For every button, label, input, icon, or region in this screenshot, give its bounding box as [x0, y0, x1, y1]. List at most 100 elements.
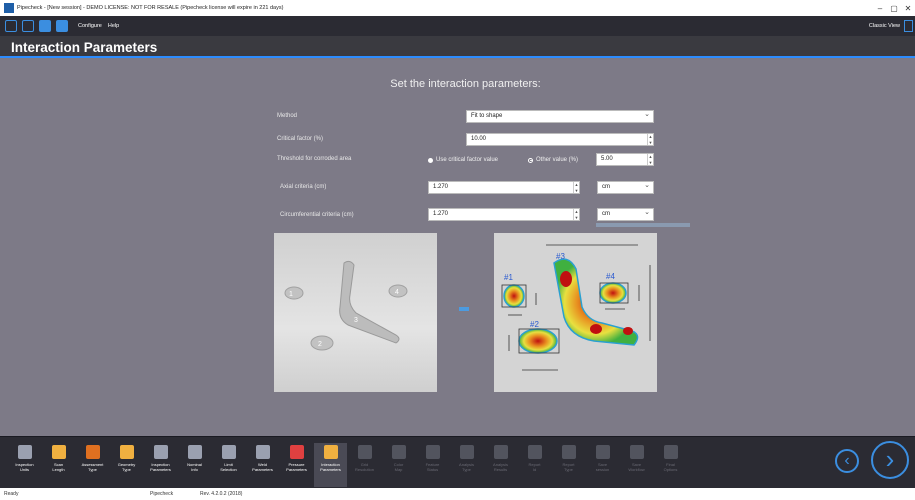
workflow-toolbar: Inspection Units Scan Length Assessment Type G…: [0, 436, 915, 488]
workflow-icon: [595, 445, 610, 459]
circumferential-label: Circumferential criteria (cm): [280, 212, 354, 218]
maximize-button[interactable]: ▢: [887, 4, 901, 13]
new-session-icon[interactable]: [5, 20, 17, 32]
status-mid: Pipecheck: [150, 491, 174, 497]
workflow-label-line2: Length: [52, 467, 65, 472]
map-label-1: #1: [504, 273, 513, 282]
page-title: Interaction Parameters: [11, 40, 158, 55]
workflow-label-line2: Parameters: [286, 467, 307, 472]
workflow-button-report-id: Report Id: [518, 443, 551, 487]
menu-help[interactable]: Help: [108, 23, 119, 29]
method-dropdown[interactable]: Fit to shape: [466, 110, 654, 123]
status-bar: Ready Pipecheck Rev. 4.2.0.2 (2018): [0, 488, 915, 500]
workflow-button-inspection-units[interactable]: Inspection Units: [8, 443, 41, 487]
workflow-button-limit-selection[interactable]: Limit Selection: [212, 443, 245, 487]
workflow-icon: [323, 445, 338, 459]
workflow-button-nominal-info[interactable]: Nominal Info: [178, 443, 211, 487]
workflow-label-line2: Parameters: [150, 467, 171, 472]
title-bar: Pipecheck - [New session] - DEMO LICENSE…: [0, 0, 915, 16]
workflow-icon: [459, 445, 474, 459]
menu-bar: Configure Help Classic View: [0, 16, 915, 36]
axial-unit-dropdown[interactable]: cm: [597, 181, 654, 194]
workflow-label-line2: Id: [532, 467, 537, 472]
classic-view-icon[interactable]: [904, 20, 913, 32]
workflow-label-line2: Results: [493, 467, 508, 472]
axial-spinner[interactable]: ▲ ▼: [573, 182, 579, 193]
interaction-map-image: #1 #2 #3 #4: [494, 233, 657, 392]
circumferential-field[interactable]: 1.270 ▲ ▼: [428, 208, 580, 221]
circumferential-unit-dropdown[interactable]: cm: [597, 208, 654, 221]
raw-label-1: 1: [289, 291, 293, 298]
window-title: Pipecheck - [New session] - DEMO LICENSE…: [17, 5, 284, 11]
workflow-button-inspection-parameters[interactable]: Inspection Parameters: [144, 443, 177, 487]
workflow-button-analysis-type: Analysis Type: [450, 443, 483, 487]
workflow-icon: [85, 445, 100, 459]
close-button[interactable]: ✕: [901, 4, 915, 13]
axial-field[interactable]: 1.270 ▲ ▼: [428, 181, 580, 194]
workflow-icon: [255, 445, 270, 459]
axial-label: Axial criteria (cm): [280, 184, 327, 190]
workflow-button-color-map: Color Map: [382, 443, 415, 487]
workflow-label-line2: Status: [426, 467, 439, 472]
workflow-button-analysis-results: Analysis Results: [484, 443, 517, 487]
workflow-button-geometry-type[interactable]: Geometry Type: [110, 443, 143, 487]
workflow-button-final-options: Final Options: [654, 443, 687, 487]
workflow-icon: [153, 445, 168, 459]
critical-factor-spinner[interactable]: ▲ ▼: [647, 134, 653, 145]
save-as-icon[interactable]: [56, 20, 68, 32]
circumferential-value: 1.270: [433, 211, 449, 217]
minimize-button[interactable]: –: [873, 4, 887, 13]
dropdown-shadow: [596, 223, 690, 227]
workflow-icon: [357, 445, 372, 459]
workflow-button-assessment-type[interactable]: Assessment Type: [76, 443, 109, 487]
workflow-label-line2: Units: [19, 467, 30, 472]
radio-dot-off: [528, 157, 533, 163]
other-value-field[interactable]: 5.00 ▲ ▼: [596, 153, 654, 166]
threshold-label: Threshold for corroded area: [277, 156, 352, 162]
previous-step-button[interactable]: ‹: [835, 449, 859, 473]
section-subtitle: Set the interaction parameters:: [390, 78, 541, 90]
status-version: Rev. 4.2.0.2 (2018): [200, 491, 243, 497]
workflow-icon: [561, 445, 576, 459]
axial-value: 1.270: [433, 184, 449, 190]
arrow-icon: [459, 307, 469, 311]
workflow-button-pressure-parameters[interactable]: Pressure Parameters: [280, 443, 313, 487]
raw-label-4: 4: [395, 289, 399, 296]
open-folder-icon[interactable]: [22, 20, 34, 32]
map-label-2: #2: [530, 320, 539, 329]
workflow-label-line2: Options: [663, 467, 678, 472]
radio-other-value[interactable]: Other value (%): [528, 157, 578, 163]
workflow-icon: [629, 445, 644, 459]
classic-view-button[interactable]: Classic View: [869, 23, 900, 29]
radio-use-critical[interactable]: Use critical factor value: [428, 157, 498, 163]
save-icon[interactable]: [39, 20, 51, 32]
workflow-button-grid-resolution: Grid Resolution: [348, 443, 381, 487]
critical-factor-label: Critical factor (%): [277, 136, 324, 142]
next-step-button[interactable]: ›: [871, 441, 909, 479]
radio-use-critical-label: Use critical factor value: [436, 157, 499, 163]
menu-configure[interactable]: Configure: [78, 23, 102, 29]
workflow-label-line2: Info: [191, 467, 198, 472]
workflow-button-save-workflow: Save Workflow: [620, 443, 653, 487]
critical-factor-value: 10.00: [471, 136, 487, 142]
workflow-label-line2: Selection: [220, 467, 237, 472]
workflow-button-interaction-parameters[interactable]: Interaction Parameters: [314, 443, 347, 487]
radio-other-label: Other value (%): [536, 157, 579, 163]
circumferential-spinner[interactable]: ▲ ▼: [573, 209, 579, 220]
method-label: Method: [277, 113, 298, 119]
radio-dot-on: [428, 157, 433, 163]
raw-label-3: 3: [354, 317, 358, 324]
raw-label-2: 2: [318, 341, 322, 348]
workflow-label-line2: Type: [88, 467, 97, 472]
workflow-icon: [51, 445, 66, 459]
page-header: Interaction Parameters: [0, 36, 915, 58]
other-value-spinner[interactable]: ▲ ▼: [647, 154, 653, 165]
workflow-label-line2: Type: [122, 467, 131, 472]
workflow-label-line2: Type: [564, 467, 573, 472]
critical-factor-field[interactable]: 10.00 ▲ ▼: [466, 133, 654, 146]
workflow-button-weld-parameters[interactable]: Weld Parameters: [246, 443, 279, 487]
interaction-map-svg: #1 #2 #3 #4: [501, 244, 651, 371]
map-label-3: #3: [556, 252, 565, 261]
workflow-button-scan-length[interactable]: Scan Length: [42, 443, 75, 487]
workflow-icon: [289, 445, 304, 459]
